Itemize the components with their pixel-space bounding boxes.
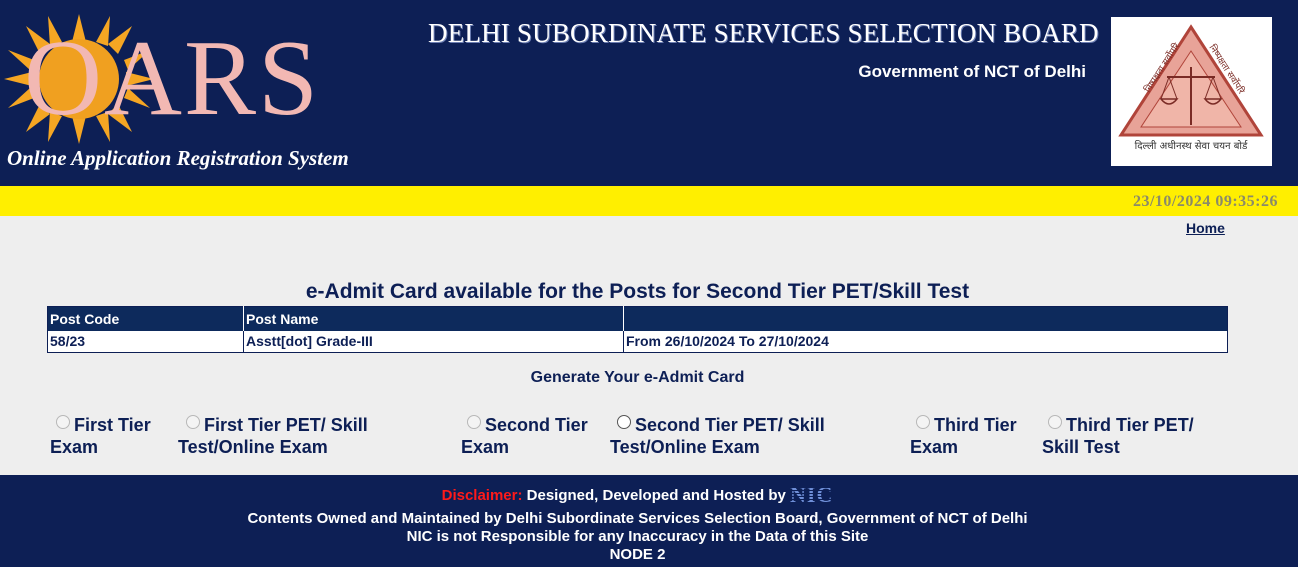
option-third-tier-pet-skill[interactable]: Third Tier PET/ Skill Test xyxy=(1042,414,1194,458)
option-third-tier-exam[interactable]: Third Tier Exam xyxy=(910,414,1017,458)
logo-text: OARS xyxy=(24,19,321,138)
dsssb-emblem: निष्पक्षता सर्वोपरि निष्पक्षता सर्वोपरि … xyxy=(1111,17,1272,166)
cell-post-code: 58/23 xyxy=(47,330,244,353)
option-second-tier-exam[interactable]: Second Tier Exam xyxy=(461,414,588,458)
page-title: e-Admit Card available for the Posts for… xyxy=(305,280,970,303)
site-footer: Disclaimer: Designed, Developed and Host… xyxy=(0,475,1298,567)
table-header-row: Post Code Post Name xyxy=(47,306,1228,331)
option-first-tier-pet-skill[interactable]: First Tier PET/ Skill Test/Online Exam xyxy=(178,414,368,458)
radio-first-tier-pet-skill[interactable] xyxy=(186,415,200,429)
radio-first-tier-exam[interactable] xyxy=(56,415,70,429)
radio-second-tier-pet-skill[interactable] xyxy=(617,415,631,429)
emblem-text-bottom: दिल्ली अधीनस्थ सेवा चयन बोर्ड xyxy=(1135,140,1249,152)
status-bar: 23/10/2024 09:35:26 xyxy=(0,186,1298,216)
column-header-schedule xyxy=(623,306,1228,331)
cell-post-name: Asstt[dot] Grade-III xyxy=(243,330,624,353)
radio-second-tier-exam[interactable] xyxy=(467,415,481,429)
emblem-icon: निष्पक्षता सर्वोपरि निष्पक्षता सर्वोपरि … xyxy=(1118,24,1264,152)
footer-node-label: NODE 2 xyxy=(609,546,666,563)
option-second-tier-pet-skill[interactable]: Second Tier PET/ Skill Test/Online Exam xyxy=(610,414,825,458)
current-datetime: 23/10/2024 09:35:26 xyxy=(1132,193,1278,210)
option-first-tier-exam[interactable]: First Tier Exam xyxy=(50,414,151,458)
table-row: 58/23 Asstt[dot] Grade-III From 26/10/20… xyxy=(47,330,1228,353)
radio-third-tier-pet-skill[interactable] xyxy=(1048,415,1062,429)
radio-third-tier-exam[interactable] xyxy=(916,415,930,429)
hosted-by-text: Designed, Developed and Hosted by xyxy=(526,487,786,504)
site-header: OARS Online Application Registration Sys… xyxy=(0,0,1298,186)
generate-admit-card-label: Generate Your e-Admit Card xyxy=(530,369,745,386)
posts-table: Post Code Post Name 58/23 Asstt[dot] Gra… xyxy=(47,306,1228,353)
disclaimer-label: Disclaimer: xyxy=(441,487,523,504)
column-header-post-name: Post Name xyxy=(243,306,624,331)
home-link[interactable]: Home xyxy=(1186,220,1225,236)
footer-hosted-line: Disclaimer: Designed, Developed and Host… xyxy=(0,482,1275,507)
column-header-post-code: Post Code xyxy=(47,306,244,331)
board-title: DELHI SUBORDINATE SERVICES SELECTION BOA… xyxy=(428,18,1099,48)
footer-responsibility-line: NIC is not Responsible for any Inaccurac… xyxy=(406,528,869,545)
oars-logo: OARS xyxy=(4,14,404,144)
footer-ownership-line: Contents Owned and Maintained by Delhi S… xyxy=(247,510,1028,527)
cell-schedule: From 26/10/2024 To 27/10/2024 xyxy=(623,330,1228,353)
site-tagline: Online Application Registration System xyxy=(7,146,349,170)
nic-logo: NIC xyxy=(790,482,834,507)
government-label: Government of NCT of Delhi xyxy=(858,62,1086,81)
